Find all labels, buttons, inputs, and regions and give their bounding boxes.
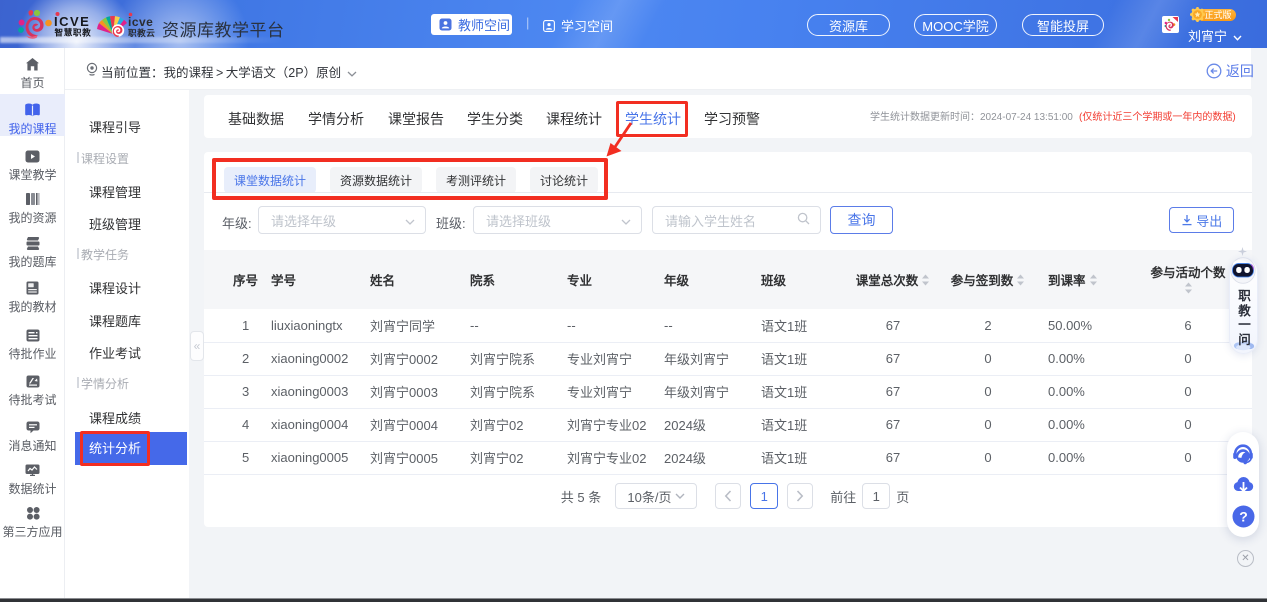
svg-text:职教云: 职教云 (128, 27, 155, 38)
svg-text:?: ? (1239, 509, 1248, 525)
svg-text:icve: icve (128, 15, 153, 29)
svg-text:智慧职教: 智慧职教 (55, 27, 92, 38)
